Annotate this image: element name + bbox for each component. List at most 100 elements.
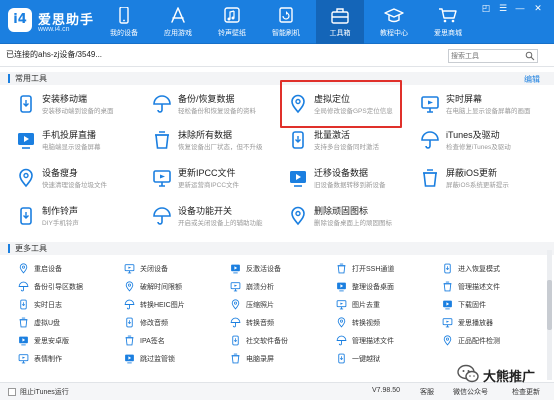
tool-title: 删除顽固图标 — [314, 206, 369, 216]
tool-description: 更新运营商IPCC文件 — [178, 182, 240, 189]
tool-description: DIY手机铃声 — [42, 220, 79, 227]
tool-item[interactable]: 删除顽固图标 删除设备桌面上的顽固图标 — [288, 202, 416, 236]
tool-item[interactable]: 备份/恢复数据 轻松备份和恢复设备的资料 — [152, 90, 280, 124]
window-controls: ◰ ☰ — ✕ — [480, 2, 550, 14]
tool-item[interactable]: 迁移设备数据 旧设备数据转移到新设备 — [288, 164, 416, 198]
block-update-icon — [423, 169, 437, 187]
tool-item[interactable]: 手机投屏直播 电脑端显示设备屏幕 — [16, 126, 144, 160]
tool-description: 恢复设备出厂状态，但不升级 — [178, 144, 263, 151]
live-screen-icon — [421, 96, 439, 113]
profile-manage-icon — [336, 335, 347, 346]
nav-label: 应用游戏 — [164, 30, 192, 37]
migrate-data-icon — [290, 171, 306, 187]
nav-smart-flash[interactable]: 智能刷机 — [262, 0, 310, 44]
more-tool-item[interactable]: 爱思安卓版 — [18, 334, 124, 348]
more-tool-item[interactable]: 重启设备 — [18, 262, 124, 276]
tool-item[interactable]: 批量激活 支持多台设备同时激活 — [288, 126, 416, 160]
more-tool-item[interactable]: 转换音频 — [230, 316, 336, 330]
erase-data-icon — [155, 131, 169, 149]
more-tool-item[interactable]: 跳过监管锁 — [124, 352, 230, 366]
scrollbar[interactable] — [547, 250, 552, 380]
smart-flash-icon — [279, 7, 293, 23]
android-icon — [19, 336, 28, 346]
tool-item[interactable]: iTunes及驱动 检查修复iTunes及驱动 — [420, 126, 548, 160]
more-tool-item[interactable]: 转换HEIC图片 — [124, 298, 230, 312]
tool-description: 轻松备份和恢复设备的资料 — [178, 108, 256, 115]
wechat-link[interactable]: 微信公众号 — [453, 387, 488, 397]
more-tool-item[interactable]: 实时日志 — [18, 298, 124, 312]
more-tool-item[interactable]: 图片去重 — [336, 298, 442, 312]
download-firmware-icon — [443, 300, 452, 310]
more-tool-item[interactable]: 反激活设备 — [230, 262, 336, 276]
nav-toolbox[interactable]: 工具箱 — [316, 0, 364, 44]
wechat-icon — [457, 364, 479, 383]
tool-title: 批量激活 — [314, 130, 351, 140]
scrollbar-thumb[interactable] — [547, 280, 552, 330]
tool-item[interactable]: 更新IPCC文件 更新运营商IPCC文件 — [152, 164, 280, 198]
more-tool-item[interactable]: 正品配件检测 — [442, 334, 548, 348]
nav-my-device[interactable]: 我的设备 — [100, 0, 148, 44]
tool-item[interactable]: 屏蔽iOS更新屏蔽iOS系统更新提示 — [420, 164, 548, 198]
more-tool-item[interactable]: 备份引导区数据 — [18, 280, 124, 294]
more-tool-label: 打开SSH通道 — [352, 266, 395, 273]
tool-description: 检查修复iTunes及驱动 — [446, 144, 511, 151]
more-tool-item[interactable]: 虚拟U盘 — [18, 316, 124, 330]
tool-item[interactable]: 实时屏幕 在电脑上显示设备屏幕的画面 — [420, 90, 548, 124]
more-tool-item[interactable]: 转换视频 — [336, 316, 442, 330]
edit-button[interactable]: 编辑 — [524, 74, 540, 85]
more-tool-item[interactable]: 关闭设备 — [124, 262, 230, 276]
more-tool-item[interactable]: 崩溃分析 — [230, 280, 336, 294]
top-navigation-bar: i4 爱思助手 www.i4.cn 我的设备 应用游戏 铃声壁纸 智能刷机 工具… — [0, 0, 554, 44]
tool-item[interactable]: 设备瘦身 快速清理设备垃圾文件 — [16, 164, 144, 198]
more-tool-item[interactable]: 下载固件 — [442, 298, 548, 312]
tool-description: 屏蔽iOS系统更新提示 — [446, 182, 509, 189]
tool-item[interactable]: 制作铃声 DIY手机铃声 — [16, 202, 144, 236]
more-tool-item[interactable]: 一键越狱 — [336, 352, 442, 366]
heic-icon — [124, 299, 135, 310]
more-tool-item[interactable]: 整理设备桌面 — [336, 280, 442, 294]
tool-description: 快速清理设备垃圾文件 — [42, 182, 107, 189]
search-box[interactable] — [448, 49, 538, 63]
connected-device-tab[interactable]: 已连接的ahs-zj设备/3549... — [6, 49, 102, 60]
tool-title: 实时屏幕 — [446, 94, 483, 104]
nav-mall[interactable]: 爱思商城 — [424, 0, 472, 44]
more-tool-item[interactable]: 管理描述文件 — [442, 280, 548, 294]
more-tool-item[interactable]: IPA签名 — [124, 334, 230, 348]
profile-icon — [443, 281, 452, 292]
menu-icon[interactable]: ☰ — [497, 2, 509, 14]
more-tool-label: 重启设备 — [34, 266, 62, 273]
more-tool-item[interactable]: 管理描述文件 — [336, 334, 442, 348]
search-icon[interactable] — [525, 51, 535, 61]
minimize-icon[interactable]: — — [514, 2, 526, 14]
more-tool-item[interactable]: 电脑录屏 — [230, 352, 336, 366]
search-input[interactable] — [451, 51, 523, 61]
more-tool-item[interactable]: 压缩照片 — [230, 298, 336, 312]
more-tool-item[interactable]: 爱思播放器 — [442, 316, 548, 330]
ssh-icon — [337, 263, 346, 274]
tool-title: 手机投屏直播 — [42, 130, 97, 140]
nav-apps-games[interactable]: 应用游戏 — [154, 0, 202, 44]
close-icon[interactable]: ✕ — [532, 2, 544, 14]
tool-item[interactable]: 设备功能开关 开启或关闭设备上的辅助功能 — [152, 202, 280, 236]
more-tool-item[interactable]: 进入恢复模式 — [442, 262, 548, 276]
check-update-button[interactable]: 检查更新 — [512, 387, 540, 397]
tool-item[interactable]: 抹除所有数据 恢复设备出厂状态，但不升级 — [152, 126, 280, 160]
nav-tutorials[interactable]: 教程中心 — [370, 0, 418, 44]
more-tool-item[interactable]: 修改音频 — [124, 316, 230, 330]
tool-title: 屏蔽iOS更新 — [446, 168, 498, 178]
skin-icon[interactable]: ◰ — [480, 2, 492, 14]
more-tool-item[interactable]: 打开SSH通道 — [336, 262, 442, 276]
tool-item[interactable]: 安装移动端 安装移动端到设备的桌面 — [16, 90, 144, 124]
more-tool-label: 修改音频 — [140, 320, 168, 327]
more-tool-item[interactable]: 社交软件备份 — [230, 334, 336, 348]
feedback-link[interactable]: 客服 — [420, 387, 434, 397]
more-tool-item[interactable]: 表情制作 — [18, 352, 124, 366]
more-tool-item[interactable]: 破解时间限额 — [124, 280, 230, 294]
music-icon — [224, 7, 240, 23]
more-tool-label: 一键越狱 — [352, 356, 380, 363]
nav-label: 铃声壁纸 — [218, 30, 246, 37]
wechat-watermark: 大熊推广 — [455, 362, 550, 388]
nav-ringtones-wallpapers[interactable]: 铃声壁纸 — [208, 0, 256, 44]
crash-analysis-icon — [230, 282, 241, 292]
block-itunes-checkbox[interactable] — [8, 388, 16, 396]
